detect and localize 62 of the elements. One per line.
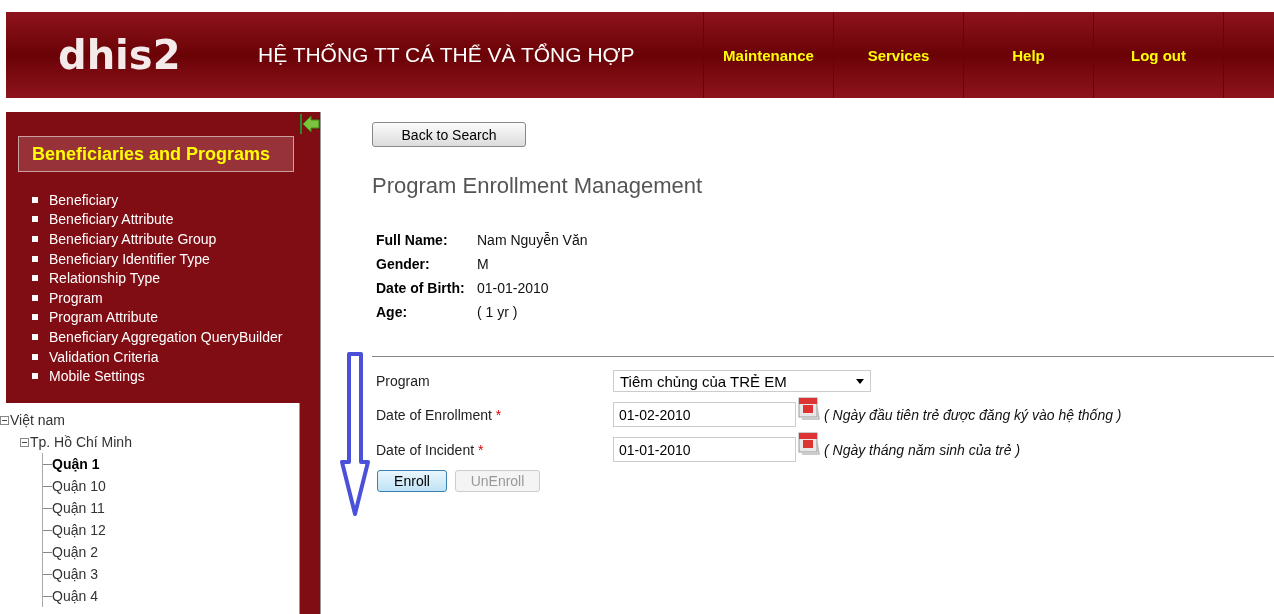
field-label: Date of Incident *: [376, 441, 485, 458]
detail-value: M: [477, 256, 490, 272]
tree-item[interactable]: Quận 12: [52, 522, 106, 538]
date-input-field[interactable]: 01-01-2010: [613, 437, 796, 462]
detail-value: Nam Nguyễn Văn: [477, 232, 589, 248]
sidebar-link[interactable]: Beneficiary Attribute Group: [49, 231, 217, 247]
sidebar-link[interactable]: Validation Criteria: [49, 348, 159, 365]
bullet-icon: [32, 373, 38, 380]
detail-label: Date of Birth:: [376, 280, 466, 296]
bullet-icon: [32, 333, 38, 340]
detail-value: ( 1 yr ): [477, 304, 519, 320]
field-label: Date of Enrollment *: [376, 406, 503, 423]
bullet-icon: [32, 236, 38, 242]
enroll-button[interactable]: Enroll: [377, 470, 447, 492]
menu-link[interactable]: Maintenance: [703, 12, 833, 98]
date-input-field[interactable]: 01-02-2010: [613, 402, 796, 427]
tree-item[interactable]: Quận 1: [52, 456, 100, 472]
sidebar-link[interactable]: Beneficiary Attribute: [49, 211, 174, 228]
down-arrow-icon: [340, 352, 370, 517]
menu-link[interactable]: Services: [833, 12, 963, 98]
bullet-icon: [32, 216, 38, 223]
program-dropdown[interactable]: Tiêm chủng của TRẺ EM: [613, 370, 871, 392]
tree-item[interactable]: Quận 4: [52, 588, 98, 604]
collapse-toggle-icon[interactable]: [20, 437, 29, 447]
sidebar-link[interactable]: Relationship Type: [49, 270, 161, 287]
sidebar-link[interactable]: Program Attribute: [49, 309, 158, 326]
calendar-icon[interactable]: [798, 396, 820, 421]
tree-item[interactable]: Quận 11: [52, 500, 105, 516]
sidebar-link[interactable]: Beneficiary Identifier Type: [49, 250, 210, 267]
menu-link[interactable]: Log out: [1093, 12, 1223, 98]
sidebar-link[interactable]: Beneficiary: [49, 191, 119, 208]
left-arrow-icon[interactable]: [300, 114, 320, 134]
sidebar-link[interactable]: Mobile Settings: [49, 368, 145, 385]
system-title: HỆ THỐNG TT CÁ THỂ VÀ TỔNG HỢP: [258, 43, 636, 67]
calendar-icon[interactable]: [798, 431, 820, 456]
tree-item[interactable]: Tp. Hồ Chí Minh: [30, 434, 132, 450]
back-to-search-button[interactable]: Back to Search: [372, 122, 526, 147]
field-hint: ( Ngày tháng năm sinh của trẻ ): [824, 441, 1021, 458]
tree-item[interactable]: Quận 10: [52, 478, 106, 494]
bullet-icon: [32, 353, 38, 360]
bullet-icon: [32, 255, 38, 262]
page-title: Program Enrollment Management: [372, 173, 704, 199]
bullet-icon: [32, 294, 38, 301]
menu-link[interactable]: Help: [963, 12, 1093, 98]
tree-item[interactable]: Quận 2: [52, 544, 98, 560]
detail-label: Full Name:: [376, 232, 449, 248]
sidebar-link[interactable]: Beneficiary Aggregation QueryBuilder: [49, 328, 283, 345]
collapse-toggle-icon[interactable]: [0, 415, 9, 425]
tree-item[interactable]: Quận 3: [52, 566, 98, 582]
caret-icon: [856, 378, 864, 384]
field-label: Program: [376, 373, 431, 389]
detail-label: Age:: [376, 304, 409, 320]
sidebar-heading: Beneficiaries and Programs: [18, 136, 294, 172]
bullet-icon: [32, 275, 38, 282]
detail-label: Gender:: [376, 256, 431, 272]
bullet-icon: [32, 196, 38, 203]
detail-value: 01-01-2010: [477, 280, 550, 296]
field-hint: ( Ngày đầu tiên trẻ được đăng ký vào hệ thống ): [824, 406, 1122, 423]
tree-item[interactable]: Việt nam: [10, 412, 65, 428]
sidebar-link[interactable]: Program: [49, 289, 103, 306]
bullet-icon: [32, 314, 38, 321]
logo: dhis2: [57, 31, 182, 79]
